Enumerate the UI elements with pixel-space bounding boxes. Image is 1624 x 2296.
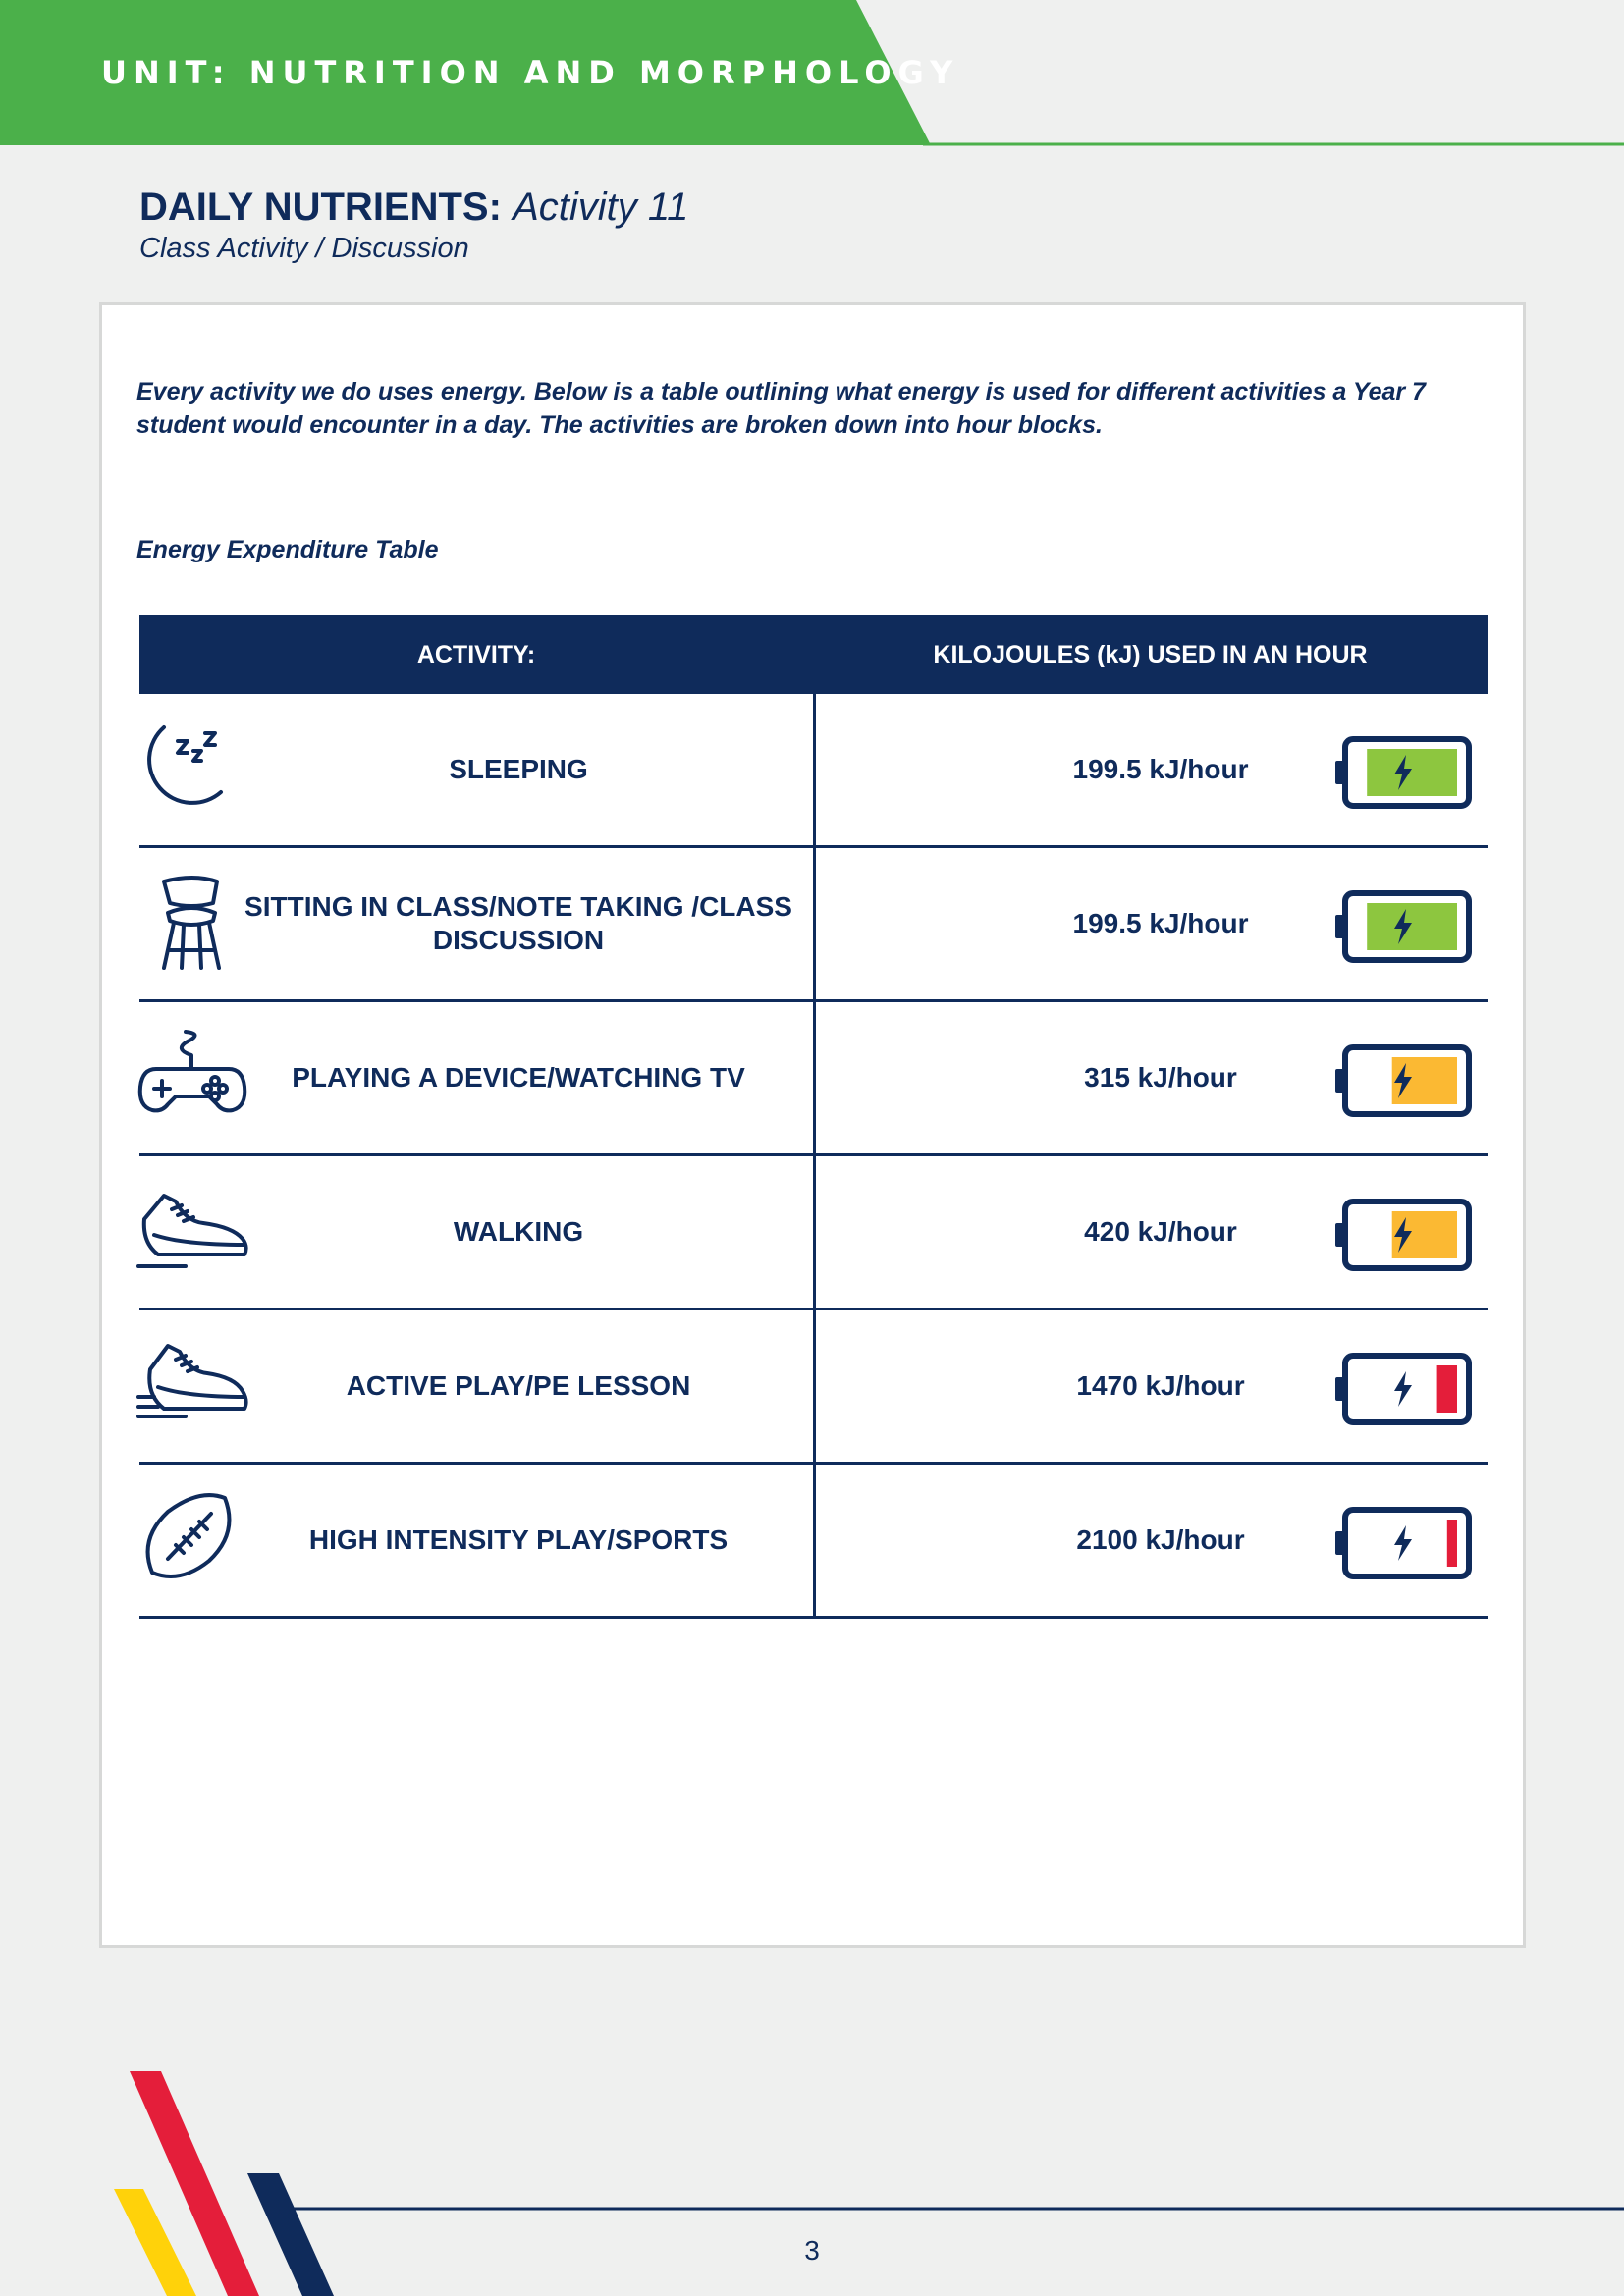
table-caption: Energy Expenditure Table bbox=[136, 536, 439, 563]
title-bold: DAILY NUTRIENTS: bbox=[139, 186, 502, 229]
table-row: SITTING IN CLASS/NOTE TAKING /CLASS DISC… bbox=[139, 848, 1488, 1002]
battery-fill bbox=[1436, 1365, 1457, 1413]
battery-fill bbox=[1367, 903, 1457, 950]
header-kilojoules: KILOJOULES (kJ) USED IN AN HOUR bbox=[933, 641, 1368, 668]
activity-label: PLAYING A DEVICE/WATCHING TV bbox=[292, 1062, 745, 1093]
sneaker-icon bbox=[136, 1194, 248, 1268]
activity-label: ACTIVE PLAY/PE LESSON bbox=[346, 1370, 691, 1401]
battery-icon bbox=[1335, 1044, 1472, 1117]
battery-icon bbox=[1335, 890, 1472, 963]
activity-label: SLEEPING bbox=[449, 754, 588, 784]
battery-icon bbox=[1335, 1507, 1472, 1579]
running-shoe-icon bbox=[136, 1344, 248, 1418]
activity-label: SITTING IN CLASS/NOTE TAKING /CLASS DISC… bbox=[244, 891, 792, 955]
chair-icon bbox=[162, 876, 221, 970]
table-row: WALKING 420 kJ/hour bbox=[136, 1156, 1488, 1310]
energy-value: 1470 kJ/hour bbox=[1076, 1370, 1245, 1401]
page-subtitle: Class Activity / Discussion bbox=[139, 233, 469, 264]
table-row: HIGH INTENSITY PLAY/SPORTS 2100 kJ/hour bbox=[139, 1465, 1488, 1619]
energy-value: 199.5 kJ/hour bbox=[1072, 908, 1249, 938]
activity-heading: DAILY NUTRIENTS: Activity 11 Class Activ… bbox=[139, 183, 688, 265]
page-number: 3 bbox=[804, 2235, 820, 2266]
energy-table: SLEEPING 199.5 kJ/hour SITTING IN CLASS/… bbox=[136, 694, 1488, 1619]
battery-icon bbox=[1335, 1353, 1472, 1425]
game-controller-icon bbox=[137, 1030, 247, 1113]
energy-value: 199.5 kJ/hour bbox=[1072, 754, 1249, 784]
intro-paragraph: Every activity we do uses energy. Below … bbox=[136, 378, 1426, 439]
page-title: DAILY NUTRIENTS: Activity 11 bbox=[139, 183, 688, 232]
energy-value: 2100 kJ/hour bbox=[1076, 1524, 1245, 1555]
football-icon bbox=[145, 1493, 232, 1578]
energy-value: 315 kJ/hour bbox=[1084, 1062, 1237, 1093]
activity-label: WALKING bbox=[453, 1216, 584, 1247]
energy-value: 420 kJ/hour bbox=[1084, 1216, 1237, 1247]
battery-icon bbox=[1335, 1199, 1472, 1271]
table-row: SLEEPING 199.5 kJ/hour bbox=[139, 694, 1488, 848]
title-italic: Activity 11 bbox=[513, 186, 689, 229]
battery-fill bbox=[1446, 1520, 1457, 1567]
activity-label: HIGH INTENSITY PLAY/SPORTS bbox=[308, 1524, 729, 1555]
header-activity: ACTIVITY: bbox=[416, 641, 536, 668]
battery-icon bbox=[1335, 736, 1472, 809]
sleeping-moon-icon bbox=[147, 725, 223, 805]
table-row: PLAYING A DEVICE/WATCHING TV 315 kJ/hour bbox=[137, 1002, 1488, 1156]
table-header: ACTIVITY: KILOJOULES (kJ) USED IN AN HOU… bbox=[139, 615, 1488, 694]
battery-fill bbox=[1367, 749, 1457, 796]
table-row: ACTIVE PLAY/PE LESSON 1470 kJ/hour bbox=[136, 1310, 1488, 1465]
unit-title: UNIT: NUTRITION AND MORPHOLOGY bbox=[101, 54, 960, 91]
